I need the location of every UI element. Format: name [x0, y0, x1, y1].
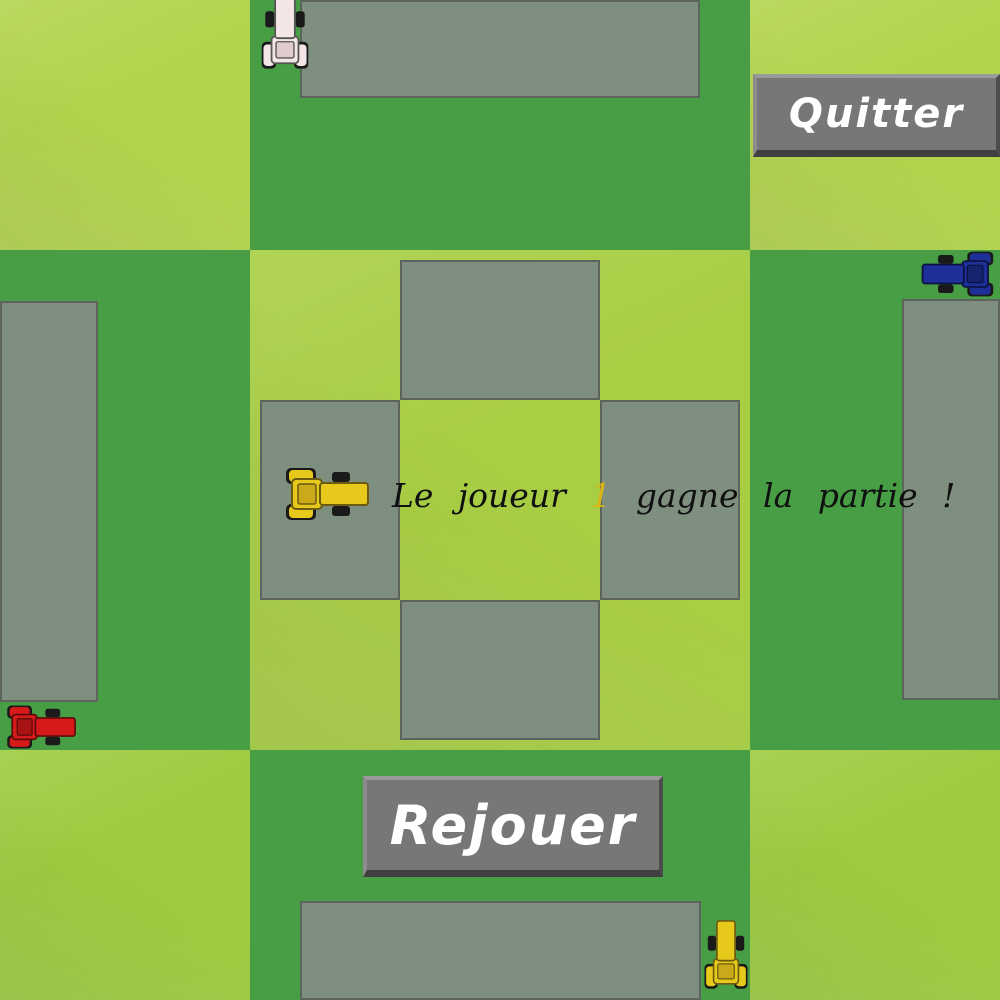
quit-button[interactable]: Quitter	[753, 74, 1000, 157]
replay-button-label: Rejouer	[389, 793, 637, 857]
winner-tractor-icon	[286, 468, 369, 520]
red-tractor-icon	[7, 705, 76, 749]
yellow-tractor-bottom-icon	[704, 920, 748, 989]
win-message-suffix: gagne la partie !	[635, 476, 956, 515]
slab-top	[300, 0, 700, 98]
winner-number: 1	[590, 476, 612, 515]
blue-tractor-icon	[921, 251, 994, 297]
slab-bottom	[300, 901, 701, 1000]
win-message: Le joueur 1 gagne la partie !	[392, 476, 992, 522]
field-bottom-right	[750, 750, 1000, 1000]
center-slab-bottom	[400, 600, 600, 740]
game-board: Quitter Rejouer Le joueur 1 gagne la par…	[0, 0, 1000, 1000]
slab-left	[0, 301, 98, 702]
quit-button-label: Quitter	[788, 91, 965, 137]
replay-button[interactable]: Rejouer	[363, 776, 663, 877]
white-tractor-icon	[261, 0, 309, 69]
field-bottom-left	[0, 750, 250, 1000]
field-top-left	[0, 0, 250, 250]
win-message-prefix: Le joueur	[392, 476, 566, 515]
center-slab-top	[400, 260, 600, 400]
